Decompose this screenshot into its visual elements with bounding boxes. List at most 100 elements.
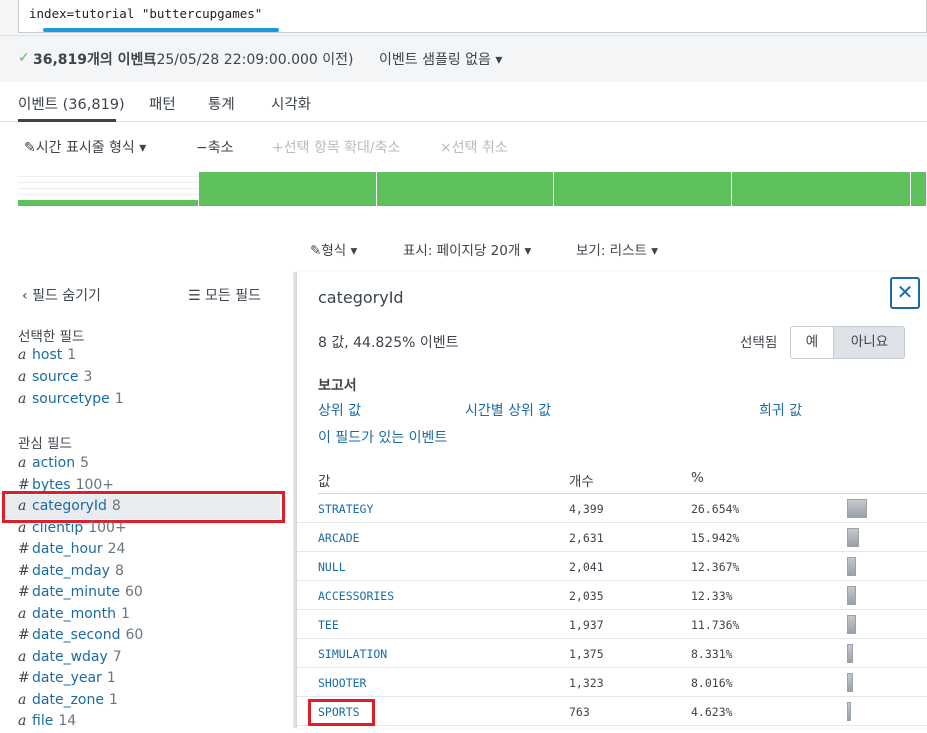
search-query-text[interactable]: index=tutorial "buttercupgames" <box>29 6 262 21</box>
value-cell[interactable]: SIMULATION <box>318 647 387 661</box>
toggle-no-button[interactable]: 아니요 <box>834 327 904 358</box>
count-cell: 2,041 <box>569 560 604 574</box>
field-item-date_wday[interactable]: a date_wday 7 <box>18 649 122 669</box>
field-value-count: 1 <box>106 670 116 686</box>
table-row[interactable]: ACCESSORIES 2,035 12.33% <box>297 581 927 610</box>
count-cell: 1,323 <box>569 676 604 690</box>
field-item-action[interactable]: a action 5 <box>18 455 89 475</box>
field-item-date_zone[interactable]: a date_zone 1 <box>18 692 118 712</box>
field-item-sourcetype[interactable]: a sourcetype 1 <box>18 391 124 411</box>
value-cell[interactable]: NULL <box>318 560 346 574</box>
histogram-bar[interactable] <box>911 172 926 206</box>
string-type-icon: a <box>18 369 27 385</box>
histogram-bar[interactable] <box>377 172 553 206</box>
field-item-host[interactable]: a host 1 <box>18 347 76 367</box>
field-item-date_minute[interactable]: # date_minute 60 <box>18 584 143 604</box>
percent-bar <box>847 586 856 605</box>
numeric-type-icon: # <box>18 627 30 643</box>
pencil-icon: ✎ <box>24 140 36 156</box>
count-cell: 763 <box>569 705 590 719</box>
interesting-fields-heading: 관심 필드 <box>18 436 72 452</box>
value-cell[interactable]: STRATEGY <box>318 502 373 516</box>
count-cell: 2,035 <box>569 589 604 603</box>
field-item-date_second[interactable]: # date_second 60 <box>18 627 143 647</box>
zoom-to-selection-button[interactable]: +선택 항목 확대/축소 <box>272 137 400 157</box>
field-name: date_year <box>32 670 102 686</box>
table-row[interactable]: ARCADE 2,631 15.942% <box>297 523 927 552</box>
results-format-button[interactable]: ✎형식 ▾ <box>310 239 357 259</box>
rare-values-link[interactable]: 희귀 값 <box>759 400 802 420</box>
all-fields-button[interactable]: ☰ 모든 필드 <box>188 285 261 305</box>
field-item-source[interactable]: a source 3 <box>18 369 92 389</box>
string-type-icon: a <box>18 519 27 536</box>
histogram-gridline <box>18 182 199 183</box>
tab-statistics[interactable]: 통계 <box>208 93 235 114</box>
tab-patterns[interactable]: 패턴 <box>149 93 176 114</box>
field-item-categoryid[interactable]: a categoryId 8 <box>18 498 121 518</box>
percent-cell: 11.736% <box>691 618 740 632</box>
histogram-bar[interactable] <box>732 172 910 206</box>
histogram-bar[interactable] <box>554 172 731 206</box>
field-item-bytes[interactable]: # bytes 100+ <box>18 477 114 497</box>
numeric-type-icon: # <box>18 562 30 579</box>
field-name: date_second <box>32 627 121 643</box>
view-type-dropdown[interactable]: 보기: 리스트 ▾ <box>576 239 658 259</box>
field-item-clientip[interactable]: a clientip 100+ <box>18 520 127 540</box>
value-cell[interactable]: ACCESSORIES <box>318 589 394 603</box>
per-page-dropdown[interactable]: 표시: 페이지당 20개 ▾ <box>403 239 531 259</box>
field-value-count: 5 <box>80 455 90 471</box>
deselect-button[interactable]: ×선택 취소 <box>440 137 508 157</box>
field-item-date_month[interactable]: a date_month 1 <box>18 606 130 626</box>
zoom-out-button[interactable]: −축소 <box>196 137 234 157</box>
search-input[interactable]: index=tutorial "buttercupgames" <box>18 0 927 33</box>
histogram-gridline <box>18 194 199 195</box>
pencil-icon: ✎ <box>310 243 322 259</box>
field-value-count: 60 <box>125 627 144 643</box>
field-name: action <box>32 455 76 471</box>
table-row[interactable]: SPORTS 763 4.623% <box>297 697 927 726</box>
percent-cell: 4.623% <box>691 705 733 719</box>
field-name: date_wday <box>32 648 108 665</box>
timeline-histogram[interactable] <box>18 170 927 206</box>
field-value-count: 1 <box>67 347 77 363</box>
histogram-bar[interactable] <box>199 172 376 206</box>
deselect-label: 선택 취소 <box>451 140 508 156</box>
table-row[interactable]: TEE 1,937 11.736% <box>297 610 927 639</box>
event-sampling-dropdown[interactable]: 이벤트 샘플링 없음 ▾ <box>379 49 502 69</box>
table-row[interactable]: SHOOTER 1,323 8.016% <box>297 668 927 697</box>
histogram-gridline <box>18 176 199 177</box>
timeline-format-button[interactable]: ✎시간 표시줄 형식 ▾ <box>24 137 146 157</box>
value-cell[interactable]: SHOOTER <box>318 676 366 690</box>
table-row[interactable]: SIMULATION 1,375 8.331% <box>297 639 927 668</box>
close-button[interactable]: ✕ <box>890 277 920 309</box>
field-item-file[interactable]: a file 14 <box>18 713 76 733</box>
search-progress-underline <box>43 28 279 32</box>
percent-cell: 12.367% <box>691 560 740 574</box>
event-count: 36,819개의 이벤트 <box>33 52 157 68</box>
value-cell[interactable]: ARCADE <box>318 531 360 545</box>
hide-fields-button[interactable]: ‹ 필드 숨기기 <box>22 285 101 305</box>
job-status-row: ✓ 36,819개의 이벤트 (25/05/28 22:09:00.000 이전… <box>0 36 927 82</box>
all-fields-label: 모든 필드 <box>205 288 261 304</box>
toggle-yes-button[interactable]: 예 <box>791 327 834 358</box>
events-with-field-link[interactable]: 이 필드가 있는 이벤트 <box>318 427 447 447</box>
tab-events[interactable]: 이벤트 (36,819) <box>18 93 125 114</box>
count-cell: 2,631 <box>569 531 604 545</box>
percent-bar <box>847 499 867 518</box>
table-row[interactable]: NULL 2,041 12.367% <box>297 552 927 581</box>
zoom-to-selection-label: 선택 항목 확대/축소 <box>283 140 401 156</box>
field-value-count: 1 <box>121 605 130 622</box>
field-item-date_year[interactable]: # date_year 1 <box>18 670 116 690</box>
percent-cell: 8.016% <box>691 676 733 690</box>
tab-visualization[interactable]: 시각화 <box>271 93 311 114</box>
top-values-by-time-link[interactable]: 시간별 상위 값 <box>465 400 551 420</box>
field-item-date_mday[interactable]: # date_mday 8 <box>18 563 124 583</box>
value-cell[interactable]: TEE <box>318 618 339 632</box>
top-values-link[interactable]: 상위 값 <box>318 400 361 420</box>
field-item-date_hour[interactable]: # date_hour 24 <box>18 541 125 561</box>
table-row[interactable]: STRATEGY 4,399 26.654% <box>297 494 927 523</box>
timeline-format-label: 시간 표시줄 형식 ▾ <box>35 140 147 156</box>
column-header-value: 값 <box>318 474 331 490</box>
histogram-bar[interactable] <box>18 200 198 206</box>
numeric-type-icon: # <box>18 584 30 600</box>
